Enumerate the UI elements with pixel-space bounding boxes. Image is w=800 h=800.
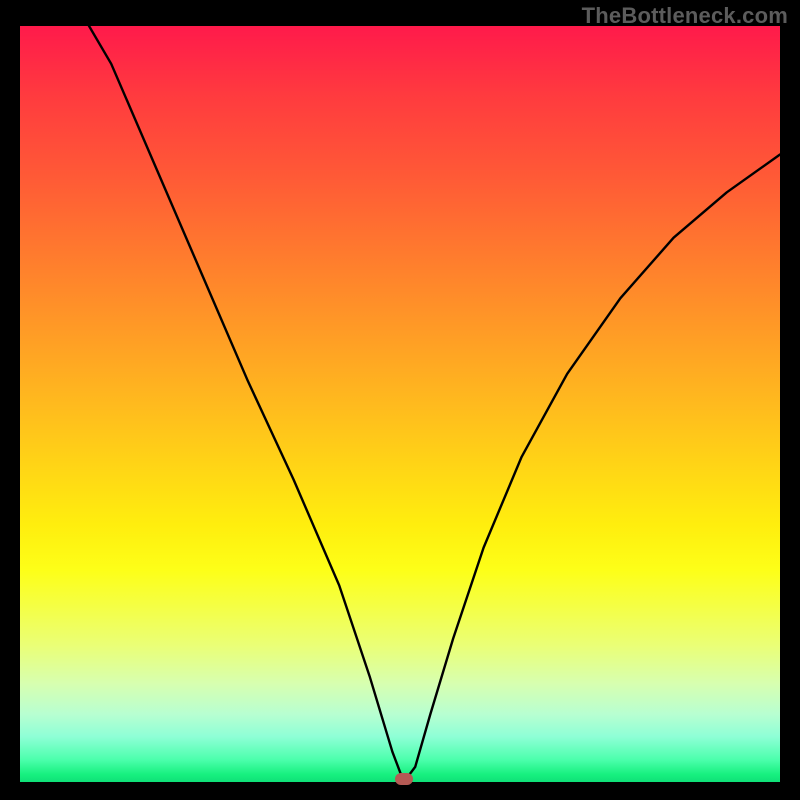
watermark-text: TheBottleneck.com <box>582 3 788 29</box>
plot-area <box>20 26 780 782</box>
bottleneck-curve <box>20 26 780 782</box>
chart-frame: TheBottleneck.com <box>0 0 800 800</box>
optimal-marker <box>395 773 413 785</box>
